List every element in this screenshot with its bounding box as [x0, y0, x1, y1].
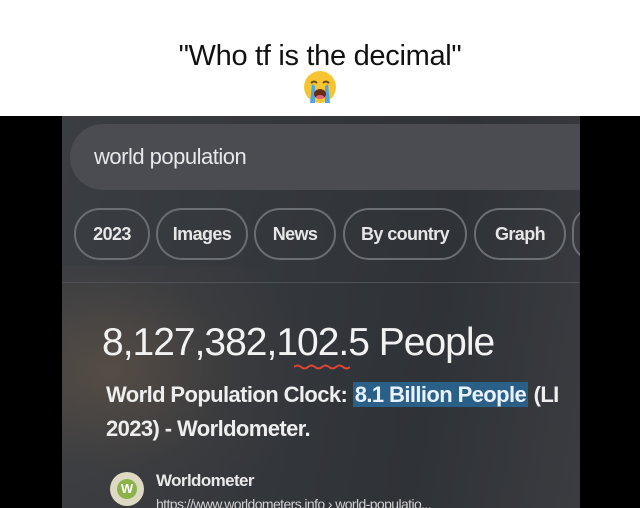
phone-photo: world population 2023 Images News By cou…: [0, 116, 640, 508]
source-url[interactable]: https://www.worldometers.info › world-po…: [156, 496, 432, 508]
search-input[interactable]: world population: [94, 144, 247, 170]
crying-face-icon: [304, 71, 336, 103]
population-count: 8,127,382,102.5 People: [102, 321, 495, 364]
description-prefix: World Population Clock:: [106, 382, 353, 407]
worldometer-logo-icon: W: [110, 472, 144, 506]
chip-partial[interactable]: [572, 208, 580, 260]
spellcheck-underline: [294, 364, 350, 370]
chip-2023[interactable]: 2023: [74, 208, 150, 260]
worldometer-logo-letter: W: [117, 479, 137, 499]
meme-header: "Who tf is the decimal": [0, 0, 640, 116]
chip-news[interactable]: News: [254, 208, 336, 260]
meme-caption: "Who tf is the decimal": [178, 40, 462, 72]
chip-graph[interactable]: Graph: [474, 208, 566, 260]
result-description[interactable]: World Population Clock: 8.1 Billion Peop…: [106, 378, 580, 446]
search-bar[interactable]: world population: [70, 124, 580, 190]
search-results-screen: world population 2023 Images News By cou…: [62, 116, 580, 508]
divider: [62, 282, 580, 283]
chip-by-country[interactable]: By country: [343, 208, 467, 260]
chip-images[interactable]: Images: [156, 208, 248, 260]
highlighted-text: 8.1 Billion People: [352, 382, 529, 407]
source-name[interactable]: Worldometer: [156, 471, 255, 491]
description-line2: 2023) - Worldometer.: [106, 416, 311, 441]
description-suffix: (LI: [528, 382, 560, 407]
